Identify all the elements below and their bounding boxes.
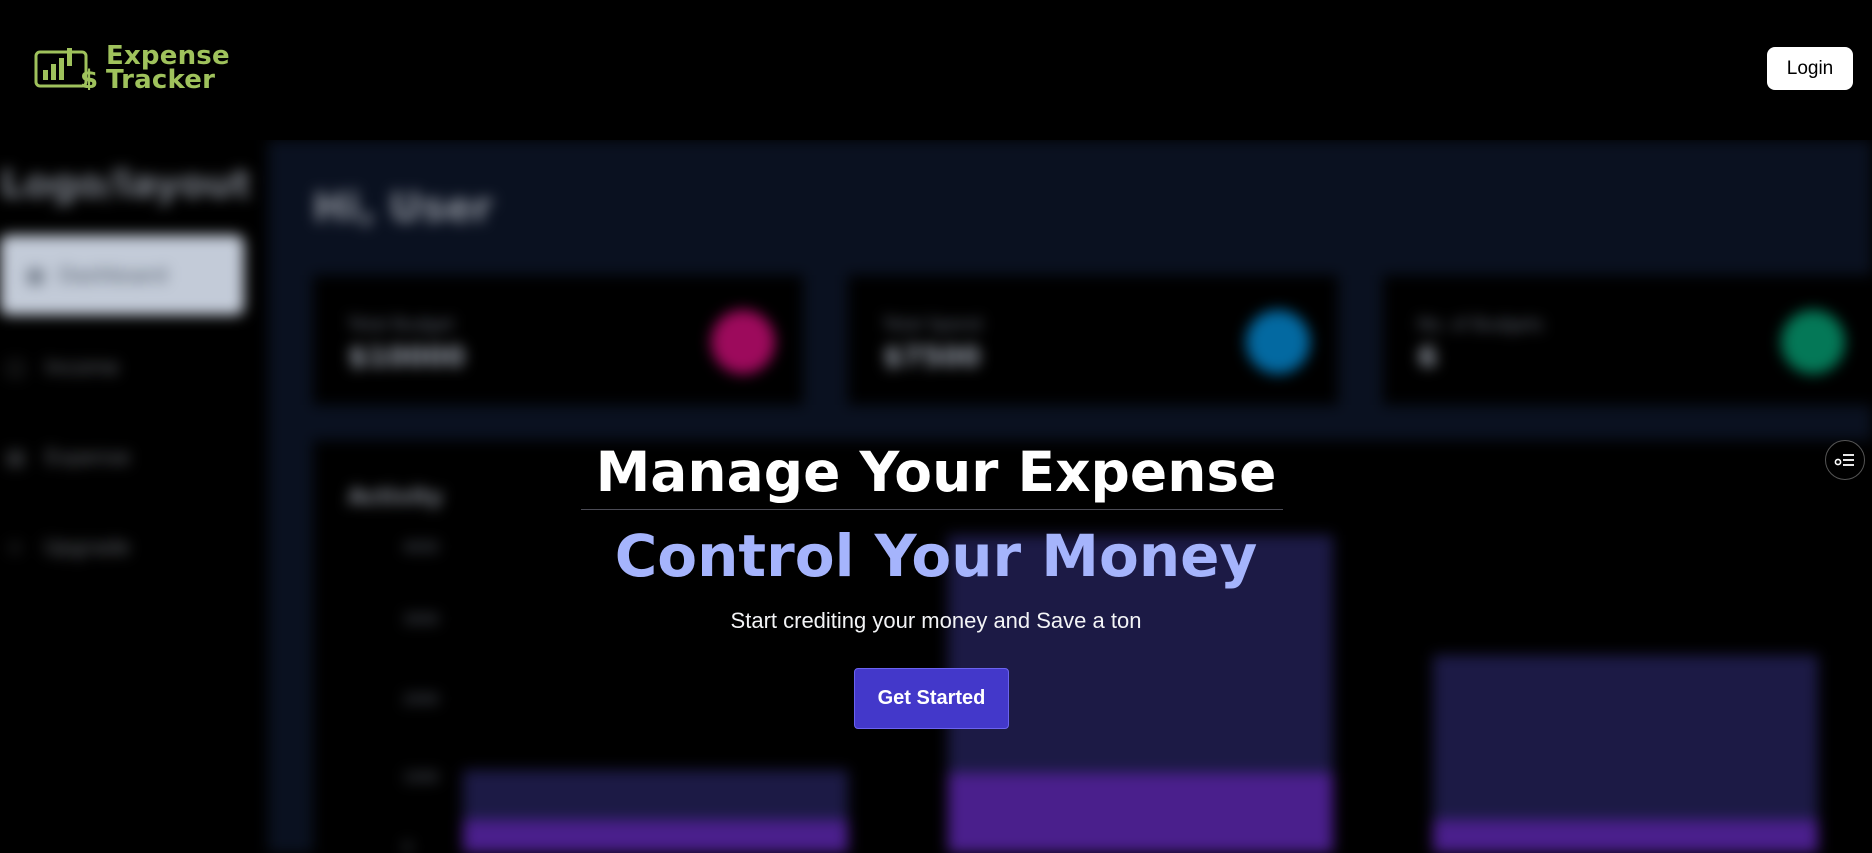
filter-list-icon [1834,454,1854,466]
hero-divider [581,509,1283,510]
grid-icon: ▦ [26,263,45,287]
stat-card-budget-count: No. of Budgets 6 [1383,275,1872,405]
stat-card-value: 6 [1418,340,1438,373]
floating-menu-button[interactable] [1825,440,1865,480]
wallet-icon: ▢ [6,355,25,379]
hero-title: Manage Your Expense [595,440,1277,504]
expense-chart-icon: $ [34,48,98,90]
y-tick: 1000 [403,770,439,786]
bar-spend [1433,820,1818,853]
sidebar-item-dashboard: ▦ Dashboard [0,235,244,315]
stat-card-icon [1246,310,1310,374]
svg-text:$: $ [80,65,98,90]
bar-spend [948,773,1333,853]
brand-logo[interactable]: $ Expense Tracker [34,43,230,95]
login-button[interactable]: Login [1767,47,1853,90]
brand-line-2: Tracker [106,65,216,95]
bar-spend [463,820,848,853]
stat-card-icon [711,310,775,374]
stat-card-label: No. of Budgets [1418,315,1544,335]
sidebar-item-label: Dashboard [58,263,168,287]
top-header: $ Expense Tracker Login [0,0,1872,140]
stat-card-total-spend: Total Spend $7500 [848,275,1338,405]
stat-card-label: Total Spend [883,315,982,335]
hero-subtitle: Control Your Money [614,522,1258,590]
greeting: Hi, User [313,185,493,231]
stat-card-icon [1781,310,1845,374]
stat-card-value: $7500 [883,340,981,373]
sidebar-item-label: Income [45,355,119,379]
y-tick: 2000 [403,692,439,708]
get-started-button[interactable]: Get Started [854,668,1009,729]
hero-tagline: Start crediting your money and Save a to… [730,608,1142,633]
stat-card-value: $10000 [348,340,465,373]
stat-card-label: Total Budget [348,315,455,335]
brand-name: Expense Tracker [106,43,230,95]
sidebar-brand: Logo/layout [0,162,252,206]
y-tick: 0 [403,840,412,853]
stat-card-total-budget: Total Budget $10000 [313,275,803,405]
sidebar-item-income: ▢ Income [6,355,119,379]
